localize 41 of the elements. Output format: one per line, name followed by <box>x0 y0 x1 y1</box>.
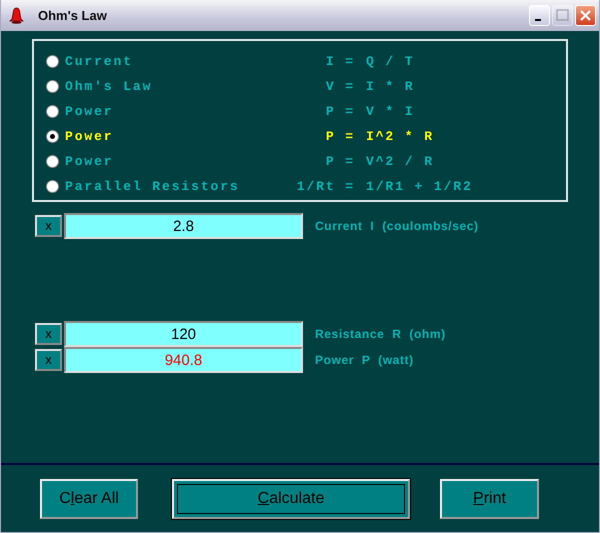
formula-name: Power <box>65 129 115 144</box>
formula-name: Current <box>65 54 134 69</box>
formula-text: I = <box>324 54 355 69</box>
field-label: Current I (coulombs/sec) <box>315 219 479 233</box>
field-label: Resistance R (ohm) <box>315 327 446 341</box>
radio-button[interactable] <box>46 180 59 193</box>
formula-text: 1/R1 + 1/R2 <box>366 179 473 194</box>
clear-all-button[interactable]: Clear All <box>40 478 138 518</box>
formula-name: Power <box>65 154 115 169</box>
formula-text: Q / T <box>366 54 415 69</box>
input-field[interactable]: 2.8 <box>64 213 303 239</box>
formula-text: V^2 / R <box>366 154 434 169</box>
bell-icon <box>9 7 24 24</box>
formula-name: Ohm's Law <box>65 79 154 94</box>
close-button[interactable] <box>575 5 596 26</box>
clear-button[interactable]: x <box>35 349 62 371</box>
input-field[interactable]: 120 <box>64 321 303 347</box>
formula-text: P = <box>324 129 355 144</box>
formula-text: I^2 * R <box>366 129 434 144</box>
formula-text: P = <box>324 104 355 119</box>
formula-text: V = <box>324 79 355 94</box>
formula-text: V * I <box>366 104 415 119</box>
input-field[interactable]: 940.8 <box>64 347 303 373</box>
formula-text: 1/Rt = <box>296 179 355 194</box>
calculate-button[interactable]: Calculate <box>172 478 410 518</box>
minimize-icon <box>534 18 540 20</box>
clear-button[interactable]: x <box>35 323 62 345</box>
radio-button[interactable] <box>46 55 59 68</box>
clear-button[interactable]: x <box>35 215 62 237</box>
formula-text: P = <box>324 154 355 169</box>
window-title: Ohm's Law <box>38 8 108 23</box>
radio-button[interactable] <box>46 155 59 168</box>
print-button[interactable]: Print <box>440 478 539 518</box>
radio-button[interactable] <box>46 80 59 93</box>
radio-button[interactable] <box>46 105 59 118</box>
field-label: Power P (watt) <box>315 353 414 367</box>
minimize-button[interactable] <box>529 5 550 26</box>
formula-text: I * R <box>366 79 415 94</box>
formula-name: Parallel Resistors <box>65 179 241 194</box>
radio-button[interactable] <box>46 130 59 143</box>
formula-name: Power <box>65 104 115 119</box>
